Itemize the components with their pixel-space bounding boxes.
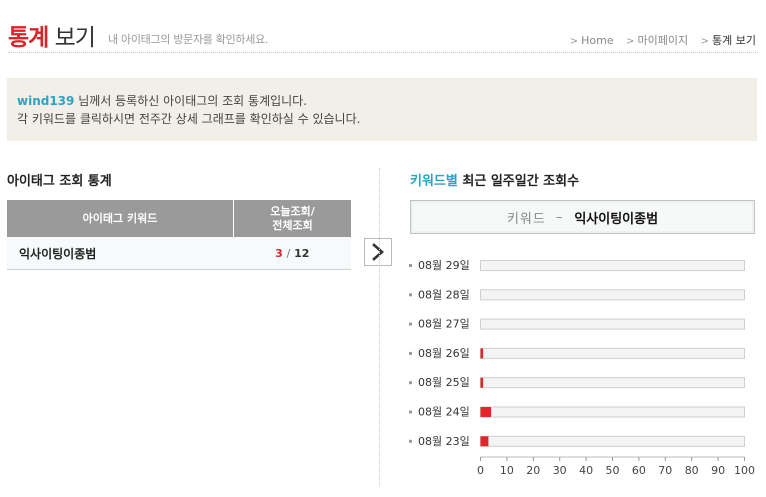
panel-divider	[379, 168, 380, 486]
selected-keyword-dash: –	[555, 209, 563, 225]
bar-track	[480, 318, 745, 330]
selected-keyword-label: 키워드	[506, 211, 546, 227]
bar	[480, 407, 492, 417]
table-row[interactable]: 익사이팅이종범 3 / 12	[7, 237, 351, 270]
x-axis-tick-label: 50	[606, 464, 620, 477]
chevron-right-icon: >	[569, 36, 579, 47]
bar-track	[480, 289, 745, 301]
breadcrumb-home[interactable]: > Home	[570, 34, 614, 47]
chevron-right-icon: >	[626, 36, 635, 47]
header-divider	[8, 52, 758, 53]
keyword-cell[interactable]: 익사이팅이종범	[7, 237, 234, 270]
page-title-main: 통계	[8, 25, 49, 51]
bar-category-label: 08월 27일	[418, 317, 470, 331]
x-axis-tick-label: 60	[632, 464, 646, 477]
x-axis-tick-label: 20	[526, 464, 540, 477]
selected-keyword-box: 키워드 – 익사이팅이종범	[410, 200, 755, 234]
bar-track	[480, 435, 745, 447]
x-axis-tick-label: 30	[553, 464, 567, 477]
today-views: 3	[275, 246, 283, 260]
bullet-marker	[409, 322, 412, 326]
page-title: 통계 보기	[8, 18, 96, 52]
keyword-stats-table: 아이태그 키워드 오늘조회/전체조회 익사이팅이종범 3 / 12	[7, 200, 351, 270]
bar-category-label: 08월 29일	[418, 258, 470, 272]
total-views: 12	[294, 246, 310, 260]
info-line-2: 각 키워드를 클릭하시면 전주간 상세 그래프를 확인하실 수 있습니다.	[17, 112, 361, 126]
weekly-views-chart: 08월 29일 08월 28일 08월 27일 08월 26일 08월 25일 08월 2…	[409, 258, 755, 477]
x-axis-tick-label: 80	[685, 464, 699, 477]
x-axis-tick-label: 10	[500, 464, 514, 477]
breadcrumb-current-label: 통계 보기	[712, 34, 756, 47]
views-separator: /	[286, 246, 291, 260]
x-axis-tick-label: 100	[734, 464, 755, 477]
breadcrumb-home-label: Home	[581, 34, 614, 47]
info-box: wind139 님께서 등록하신 아이태그의 조회 통계입니다. 각 키워드를 …	[7, 78, 757, 141]
bullet-marker	[409, 351, 412, 355]
selected-keyword-value: 익사이팅이종범	[574, 211, 659, 227]
views-cell: 3 / 12	[233, 237, 351, 270]
right-panel-title-highlight: 키워드별	[410, 174, 458, 189]
chevron-right-icon: >	[700, 36, 710, 47]
x-axis-tick-label: 70	[658, 464, 672, 477]
x-axis-tick-label: 90	[711, 464, 725, 477]
bar-category-label: 08월 24일	[418, 405, 470, 419]
bar-track	[480, 377, 745, 389]
page-title-sub: 보기	[54, 25, 96, 51]
x-axis-tick-label: 0	[477, 464, 484, 477]
breadcrumb-current: > 통계 보기	[701, 34, 756, 47]
bar-track	[480, 406, 745, 418]
column-header-views-line2: 전체조회	[272, 218, 313, 232]
bar	[480, 348, 484, 359]
bar-category-label: 08월 23일	[418, 434, 470, 448]
page-description: 내 아이태그의 방문자를 확인하세요.	[108, 33, 269, 46]
bar-category-label: 08월 25일	[418, 375, 470, 389]
breadcrumb: > Home > 마이페이지 > 통계 보기	[561, 32, 756, 48]
bullet-marker	[409, 381, 412, 385]
breadcrumb-mypage-label: 마이페이지	[637, 34, 689, 47]
user-id: wind139	[17, 94, 75, 108]
bar	[480, 436, 489, 447]
bullet-marker	[409, 410, 412, 414]
bar-category-label: 08월 28일	[418, 287, 470, 301]
table-header-row: 아이태그 키워드 오늘조회/전체조회	[7, 200, 351, 237]
column-header-keyword: 아이태그 키워드	[7, 200, 234, 237]
bar-track	[480, 347, 745, 359]
left-panel-title: 아이태그 조회 통계	[7, 174, 112, 189]
column-header-views-line1: 오늘조회/	[270, 204, 315, 218]
bar-track	[480, 260, 745, 271]
x-axis-tick-label: 40	[579, 464, 593, 477]
right-panel-title-text: 최근 일주일간 조회수	[457, 174, 580, 189]
breadcrumb-mypage[interactable]: > 마이페이지	[626, 34, 688, 47]
right-panel-title: 키워드별 최근 일주일간 조회수	[410, 170, 579, 189]
info-line-1-text: 님께서 등록하신 아이태그의 조회 통계입니다.	[74, 94, 308, 108]
bar-category-label: 08월 26일	[418, 346, 470, 360]
bullet-marker	[409, 439, 412, 443]
bullet-marker	[409, 264, 412, 267]
show-graph-button[interactable]	[364, 238, 392, 266]
column-header-views: 오늘조회/전체조회	[233, 200, 351, 237]
bullet-marker	[409, 293, 412, 297]
info-line-1: wind139 님께서 등록하신 아이태그의 조회 통계입니다.	[17, 92, 747, 110]
chevron-right-icon	[372, 243, 384, 261]
bar	[480, 377, 484, 388]
